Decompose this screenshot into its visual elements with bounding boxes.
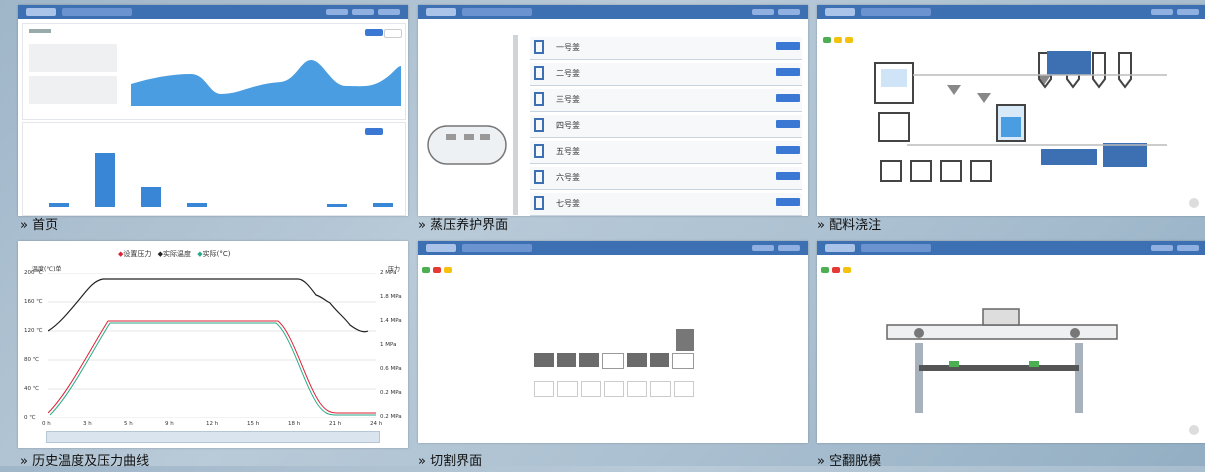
status-red-5[interactable] — [433, 267, 441, 273]
kiln-icon — [534, 144, 544, 158]
thumbnail-cutting[interactable] — [418, 241, 808, 443]
axis-tick: 5 h — [124, 421, 133, 427]
app-title-bar — [62, 8, 132, 16]
status-green[interactable] — [823, 37, 831, 43]
kiln-detail-button[interactable] — [776, 172, 800, 180]
kiln-name: 五号釜 — [556, 147, 580, 156]
kiln-row[interactable]: 四号釜 — [530, 115, 802, 138]
axis-tick: 9 h — [165, 421, 174, 427]
scroll-top-icon[interactable] — [1189, 198, 1199, 208]
kiln-icon — [534, 92, 544, 106]
axis-tick: 0.6 MPa — [380, 366, 402, 372]
bar-chart — [49, 153, 393, 207]
axis-tick: 0.2 MPa — [380, 390, 402, 396]
kiln-icon — [534, 170, 544, 184]
kiln-name: 三号釜 — [556, 95, 580, 104]
thumbnail-demolding[interactable] — [817, 241, 1205, 443]
batching-diagram — [874, 51, 1167, 182]
kiln-name: 七号釜 — [556, 199, 580, 208]
kiln-row[interactable]: 三号釜 — [530, 89, 802, 112]
demolding-diagram — [886, 308, 1118, 413]
app-header-2 — [418, 5, 808, 19]
query-button-2[interactable] — [365, 128, 383, 135]
kiln-row[interactable]: 一号釜 — [530, 37, 802, 60]
caption-cutting: » 切割界面 — [418, 454, 483, 469]
kiln-detail-button[interactable] — [776, 146, 800, 154]
kiln-name: 六号釜 — [556, 173, 580, 182]
kiln-detail-button[interactable] — [776, 68, 800, 76]
steam-pipe — [513, 35, 518, 215]
kiln-name: 二号釜 — [556, 69, 580, 78]
app-header-3 — [817, 5, 1205, 19]
scroll-top-icon-6[interactable] — [1189, 425, 1199, 435]
axis-tick: 1.4 MPa — [380, 318, 402, 324]
app-header-6 — [817, 241, 1205, 255]
history-plot — [48, 273, 376, 418]
app-header-5 — [418, 241, 808, 255]
thumbnail-history-chart[interactable]: ◆设置压力 ◆实际温度 ◆实际(°C) 温度(℃)单 压力 200 ℃ 160 ℃… — [18, 241, 408, 448]
kiln-list: 一号釜二号釜三号釜四号釜五号釜六号釜七号釜 — [530, 37, 802, 216]
kiln-row[interactable]: 六号釜 — [530, 167, 802, 190]
cutting-side-panel — [676, 329, 694, 351]
kiln-icon — [534, 40, 544, 54]
axis-tick: 80 ℃ — [24, 357, 39, 363]
axis-tick: 160 ℃ — [24, 299, 43, 305]
axis-tick: 1 MPa — [380, 342, 397, 348]
axis-tick: 0.2 MPa — [380, 414, 402, 420]
axis-tick: 0 h — [42, 421, 51, 427]
kiln-detail-button[interactable] — [776, 42, 800, 50]
kiln-name: 一号釜 — [556, 43, 580, 52]
query-button[interactable] — [365, 29, 383, 36]
kiln-detail-button[interactable] — [776, 94, 800, 102]
status-yellow-6[interactable] — [843, 267, 851, 273]
status-yellow-5[interactable] — [444, 267, 452, 273]
status-yellow-2[interactable] — [845, 37, 853, 43]
kiln-row[interactable]: 二号釜 — [530, 63, 802, 86]
zoom-slider[interactable] — [46, 431, 380, 443]
caption-history: » 历史温度及压力曲线 — [20, 454, 150, 469]
status-red-6[interactable] — [832, 267, 840, 273]
kiln-icon — [534, 196, 544, 210]
thumbnail-steam-curing[interactable]: 一号釜二号釜三号釜四号釜五号釜六号釜七号釜 — [418, 5, 808, 216]
caption-steam: » 蒸压养护界面 — [418, 218, 509, 233]
kiln-icon — [534, 66, 544, 80]
status-yellow[interactable] — [834, 37, 842, 43]
kiln-detail-button[interactable] — [776, 198, 800, 206]
caption-home: » 首页 — [20, 218, 59, 233]
app-header — [18, 5, 408, 19]
axis-tick: 12 h — [206, 421, 219, 427]
chart-legend: ◆设置压力 ◆实际温度 ◆实际(°C) — [118, 250, 231, 258]
cutting-panel — [534, 353, 695, 401]
axis-tick: 15 h — [247, 421, 260, 427]
kiln-detail-button[interactable] — [776, 120, 800, 128]
kiln-row[interactable]: 七号釜 — [530, 193, 802, 216]
axis-tick: 40 ℃ — [24, 386, 39, 392]
area-chart — [131, 60, 401, 106]
kiln-name: 四号釜 — [556, 121, 580, 130]
axis-tick: 120 ℃ — [24, 328, 43, 334]
axis-tick: 18 h — [288, 421, 301, 427]
axis-tick: 1.8 MPa — [380, 294, 402, 300]
bar-chart-card — [22, 122, 406, 216]
axis-tick: 0 ℃ — [24, 415, 36, 421]
kiln-row[interactable]: 五号釜 — [530, 141, 802, 164]
thumbnail-home[interactable] — [18, 5, 408, 216]
axis-tick: 3 h — [83, 421, 92, 427]
status-green-5[interactable] — [422, 267, 430, 273]
axis-tick: 21 h — [329, 421, 342, 427]
caption-demolding: » 空翻脱模 — [817, 454, 882, 469]
kiln-icon — [534, 118, 544, 132]
caption-batching: » 配料浇注 — [817, 218, 882, 233]
status-green-6[interactable] — [821, 267, 829, 273]
thumbnail-batching[interactable] — [817, 5, 1205, 216]
boiler-tank — [427, 125, 507, 165]
logo — [26, 8, 56, 16]
production-card — [22, 23, 406, 120]
axis-tick: 2 MPa — [380, 270, 397, 276]
axis-tick: 200 ℃ — [24, 270, 43, 276]
export-button[interactable] — [384, 29, 402, 38]
axis-tick: 24 h — [370, 421, 383, 427]
